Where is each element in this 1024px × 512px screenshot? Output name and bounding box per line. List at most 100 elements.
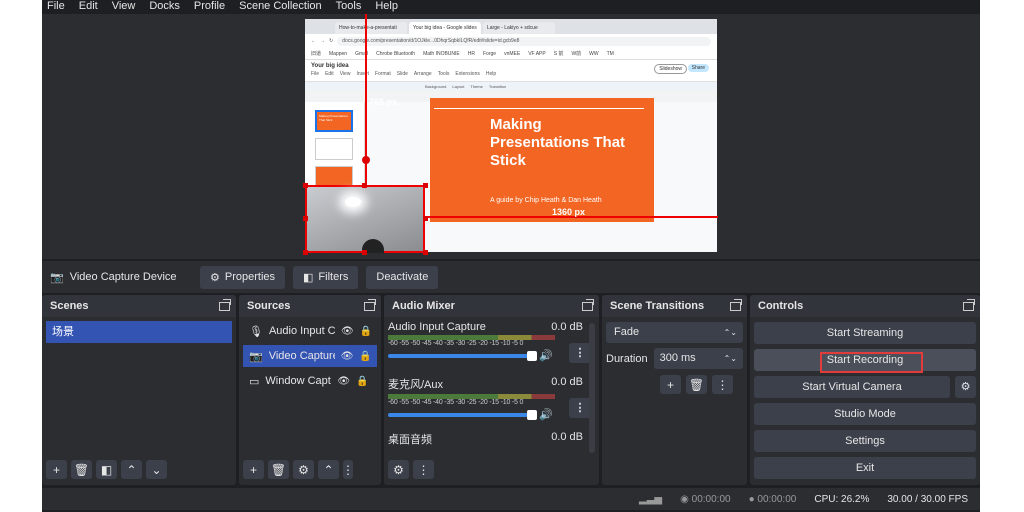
channel-level: 0.0 dB [551,431,583,443]
bookmark: S 前 [553,51,564,57]
settings-button[interactable]: Settings [754,430,976,452]
menu-view[interactable]: View [112,0,136,14]
resize-handle[interactable] [423,216,428,221]
menu-scene-collection[interactable]: Scene Collection [239,0,322,14]
bookmark: VF APP [528,50,546,57]
resize-handle[interactable] [362,183,367,188]
menu-tools[interactable]: Tools [336,0,362,14]
duration-input[interactable]: 300 ms ⌃⌄ [653,348,743,369]
browser-tab: How-to-make-a-presentati [335,22,407,34]
transition-select[interactable]: Fade ⌃⌄ [606,322,743,343]
doc-menu: File Edit View Insert Format Slide Arran… [311,71,711,77]
undock-icon[interactable] [730,298,742,311]
scenes-dock: Scenes 场景 + 🗑 ◧ ⌃ ⌄ [42,295,236,485]
menu-bar: File Edit View Docks Profile Scene Colle… [42,0,980,14]
slider-knob[interactable] [527,350,537,361]
move-up-button[interactable]: ⌃ [121,460,142,479]
doc-menu-item: Tools [437,71,450,77]
channel-level: 0.0 dB [551,321,583,333]
webcam-source[interactable] [305,185,425,253]
menu-edit[interactable]: Edit [79,0,98,14]
resize-handle[interactable] [423,250,428,255]
source-item[interactable]: ▭ Window Captu 👁 🔒 [243,370,377,392]
doc-menu-item: Edit [325,71,334,77]
channel-name: Audio Input Capture [388,321,486,333]
scenes-header: Scenes [42,295,236,317]
lock-icon[interactable]: 🔒 [356,376,368,387]
scene-filters-button[interactable]: ◧ [96,460,117,479]
undock-icon[interactable] [364,298,376,311]
remove-transition-button[interactable]: 🗑 [686,375,707,394]
virtual-camera-settings-button[interactable]: ⚙ [955,376,976,398]
volume-slider[interactable] [388,409,537,420]
source-item[interactable]: 🎙 Audio Input Ca 👁 🔒 [243,320,377,342]
start-recording-button[interactable]: Start Recording [754,349,976,373]
duration-row: Duration 300 ms ⌃⌄ [606,348,743,369]
start-virtual-camera-button[interactable]: Start Virtual Camera [754,376,950,398]
resize-handle[interactable] [303,216,308,221]
scene-item[interactable]: 场景 [46,321,232,343]
source-properties-button[interactable]: ⚙ [293,460,314,479]
remove-source-button[interactable]: 🗑 [268,460,289,479]
mixer-menu-button[interactable]: ⋮ [413,460,434,479]
speaker-icon[interactable]: 🔊 [539,349,553,362]
channel-menu-button[interactable]: ⋮ [569,343,591,363]
speaker-icon[interactable]: 🔊 [539,408,553,421]
lock-icon[interactable]: 🔒 [360,326,372,337]
menu-file[interactable]: File [47,0,65,14]
transition-menu-button[interactable]: ⋮ [712,375,733,394]
undock-icon[interactable] [582,298,594,311]
bookmark: Math INOBUNIE [423,50,460,57]
preview-canvas[interactable]: How-to-make-a-presentati Your big idea -… [42,14,980,259]
slider-knob[interactable] [527,409,537,420]
slide-thumbnail: Making Presentations That Stick [315,110,353,132]
filters-button[interactable]: ◧ Filters [293,265,359,289]
virtual-camera-row: Start Virtual Camera ⚙ [754,376,976,398]
remove-scene-button[interactable]: 🗑 [71,460,92,479]
undock-icon[interactable] [219,298,231,311]
mixer-scrollbar[interactable] [589,323,595,453]
resize-handle[interactable] [362,250,367,255]
properties-button[interactable]: ⚙ Properties [200,265,286,289]
menu-help[interactable]: Help [375,0,398,14]
add-scene-button[interactable]: + [46,460,67,479]
menu-profile[interactable]: Profile [194,0,225,14]
source-item[interactable]: 📷 Video Capture 👁 🔒 [243,345,377,367]
resize-handle[interactable] [423,183,428,188]
kebab-icon: ⋮ [342,462,354,477]
eye-icon[interactable]: 👁 [341,351,354,362]
move-up-button[interactable]: ⌃ [318,460,339,479]
more-options-button[interactable]: ⋮ [342,460,354,479]
mixer-channel: Audio Input Capture 0.0 dB -60 -55 -50 -… [384,317,599,372]
studio-mode-button[interactable]: Studio Mode [754,403,976,425]
bookmark: Mappen [329,50,348,57]
record-status: ● 00:00:00 [749,494,797,505]
eye-icon[interactable]: 👁 [341,326,354,337]
advanced-audio-button[interactable]: ⚙ [388,460,409,479]
stream-time: 00:00:00 [691,493,731,505]
deactivate-button[interactable]: Deactivate [366,265,439,289]
lock-icon[interactable]: 🔒 [359,351,371,362]
move-down-button[interactable]: ⌄ [146,460,167,479]
sources-footer: + 🗑 ⚙ ⌃ ⋮ [243,460,354,479]
undock-icon[interactable] [963,298,975,311]
add-source-button[interactable]: + [243,460,264,479]
start-streaming-button[interactable]: Start Streaming [754,322,976,344]
channel-menu-button[interactable]: ⋮ [569,398,591,418]
exit-button[interactable]: Exit [754,457,976,479]
menu-docks[interactable]: Docks [149,0,180,14]
resize-handle[interactable] [303,183,308,188]
trash-icon: 🗑 [688,377,705,392]
add-transition-button[interactable]: + [660,375,681,394]
filters-label: Filters [318,271,349,283]
url-field: docs.google.com/presentation/d/1OJkle...… [337,36,711,46]
resize-handle[interactable] [303,250,308,255]
guide-handle[interactable] [362,156,370,164]
toolbar-item: Theme [470,83,483,89]
audio-mixer-dock: Audio Mixer Audio Input Capture 0.0 dB -… [384,295,599,485]
volume-slider[interactable] [388,350,537,361]
signal-icon: ▂▃▅ [639,493,663,505]
stream-status: ◉ 00:00:00 [680,494,730,505]
spin-arrows-icon[interactable]: ⌃⌄ [724,348,737,369]
eye-icon[interactable]: 👁 [337,376,350,387]
